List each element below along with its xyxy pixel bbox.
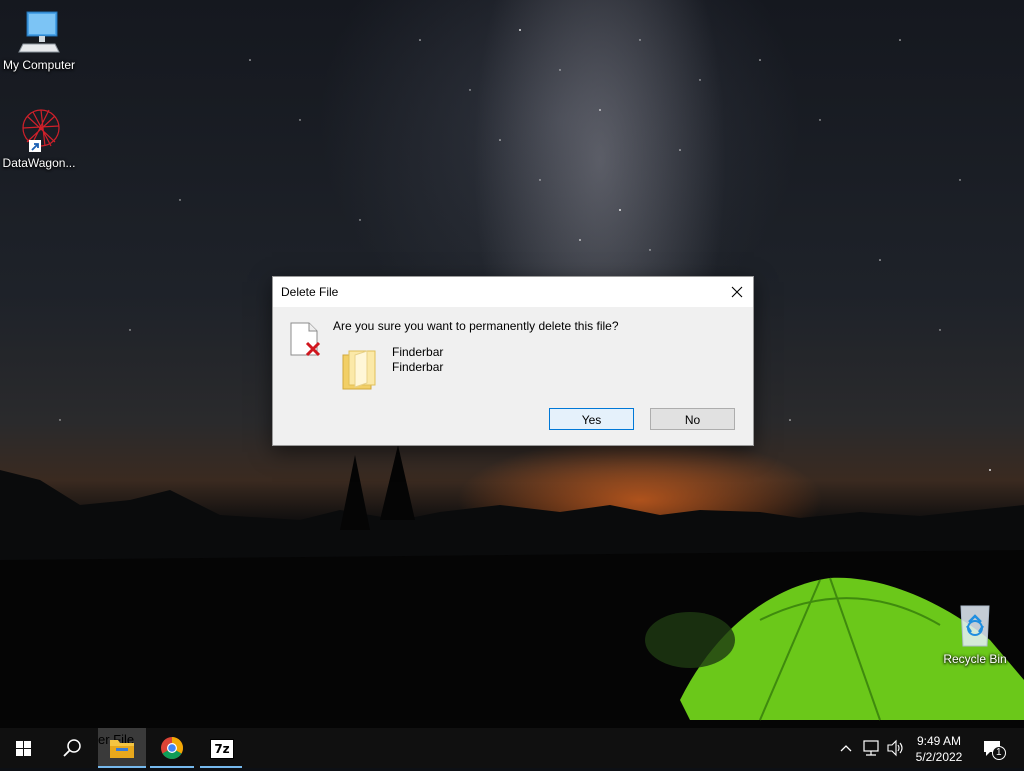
delete-file-icon bbox=[289, 321, 323, 362]
network-button[interactable] bbox=[860, 728, 882, 768]
monitor-icon bbox=[15, 8, 63, 56]
folder-icon bbox=[110, 740, 134, 758]
clock-button[interactable]: 9:49 AM 5/2/2022 bbox=[908, 733, 970, 765]
desktop-icon-label: Recycle Bin bbox=[943, 652, 1007, 666]
taskbar-app-7zip[interactable]: 7z bbox=[200, 728, 242, 768]
volume-icon bbox=[887, 739, 903, 757]
desktop-icon-label: DataWagon... bbox=[2, 156, 76, 170]
desktop-icon-my-computer[interactable]: My Computer bbox=[0, 8, 78, 72]
dialog-message: Are you sure you want to permanently del… bbox=[333, 319, 619, 333]
action-center-button[interactable]: 1 bbox=[978, 728, 1018, 768]
show-hidden-icons-button[interactable] bbox=[836, 728, 856, 768]
search-button[interactable] bbox=[48, 728, 96, 768]
file-name: Finderbar bbox=[392, 345, 444, 359]
file-info: Finderbar Finderbar bbox=[392, 345, 443, 375]
notification-count: 1 bbox=[996, 747, 1002, 758]
close-icon bbox=[731, 286, 743, 298]
file-type: Finderbar bbox=[392, 360, 444, 374]
delete-file-dialog: Delete File Are you sure you want to per… bbox=[272, 276, 754, 446]
recycle-bin-icon bbox=[951, 602, 999, 650]
dialog-title: Delete File bbox=[281, 285, 339, 299]
desktop-icon-recycle-bin[interactable]: Recycle Bin bbox=[936, 602, 1014, 666]
folder-icon bbox=[341, 347, 377, 394]
start-button[interactable] bbox=[0, 728, 48, 768]
datawagon-app-icon bbox=[15, 106, 63, 154]
dialog-body: Are you sure you want to permanently del… bbox=[273, 307, 753, 445]
chevron-up-icon bbox=[840, 745, 852, 752]
dialog-title-bar[interactable]: Delete File bbox=[273, 277, 753, 307]
desktop-icon-datawagon[interactable]: DataWagon... bbox=[0, 106, 78, 170]
volume-button[interactable] bbox=[884, 728, 906, 768]
network-icon bbox=[863, 740, 879, 756]
7zip-icon: 7z bbox=[210, 739, 234, 759]
desktop-icon-label: My Computer bbox=[2, 58, 76, 72]
taskbar: er File 7z 9:49 AM 5/2/2022 1 bbox=[0, 728, 1024, 768]
yes-button[interactable]: Yes bbox=[549, 408, 634, 430]
no-button[interactable]: No bbox=[650, 408, 735, 430]
close-button[interactable] bbox=[721, 277, 753, 307]
windows-start-icon bbox=[16, 741, 31, 756]
clock-date: 5/2/2022 bbox=[915, 750, 963, 764]
taskbar-app-file-explorer[interactable]: er File bbox=[98, 728, 146, 768]
chrome-icon bbox=[161, 737, 183, 759]
search-icon bbox=[63, 739, 81, 757]
taskbar-app-chrome[interactable] bbox=[150, 728, 194, 768]
clock-time: 9:49 AM bbox=[916, 734, 962, 748]
